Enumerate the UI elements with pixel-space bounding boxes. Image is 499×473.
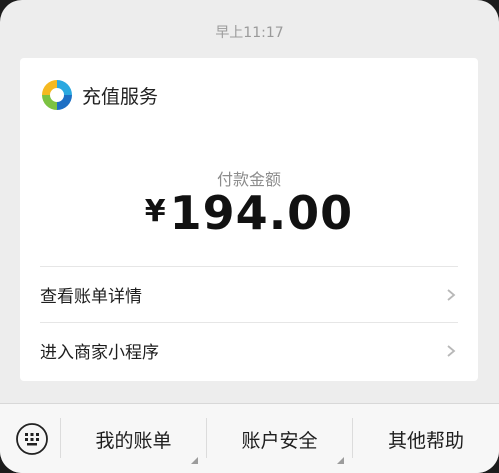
message-timestamp: 早上11:17 [215,25,284,41]
service-logo-icon [41,79,73,111]
chevron-right-icon [447,344,456,357]
chat-window: 早上11:17 充值服务 付款金额 ¥194.00 查看账单详情 进入商家小程序… [0,0,499,473]
payment-notification-card[interactable]: 充值服务 付款金额 ¥194.00 查看账单详情 进入商家小程序 [20,58,478,381]
bottom-menu-bar: 我的账单 账户安全 其他帮助 [0,403,499,473]
view-bill-details-row[interactable]: 查看账单详情 [40,267,458,322]
menu-my-bills[interactable]: 我的账单 [61,404,206,473]
menu-other-help[interactable]: 其他帮助 [353,404,499,473]
submenu-indicator-icon [191,457,198,464]
keyboard-icon[interactable] [12,419,52,459]
view-bill-details-label: 查看账单详情 [40,287,142,307]
menu-account-security[interactable]: 账户安全 [207,404,352,473]
menu-account-security-label: 账户安全 [241,429,318,452]
card-header: 充值服务 [40,78,158,112]
enter-mini-program-row[interactable]: 进入商家小程序 [40,323,458,378]
menu-my-bills-label: 我的账单 [95,429,172,452]
payment-amount: ¥194.00 [20,186,478,240]
chevron-right-icon [447,288,456,301]
submenu-indicator-icon [337,457,344,464]
menu-other-help-label: 其他帮助 [387,429,464,452]
enter-mini-program-label: 进入商家小程序 [40,343,159,363]
currency-symbol: ¥ [144,194,166,229]
service-name: 充值服务 [82,85,159,108]
amount-value: 194.00 [169,186,354,240]
